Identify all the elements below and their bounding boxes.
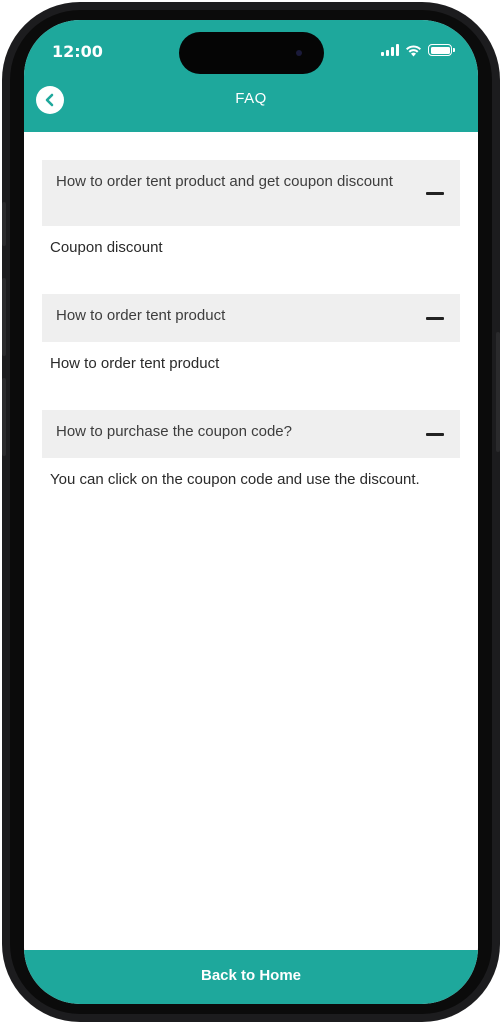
volume-up-button <box>2 278 6 356</box>
faq-list: How to order tent product and get coupon… <box>42 160 460 490</box>
faq-question[interactable]: How to order tent product <box>42 294 460 342</box>
collapse-minus-icon[interactable] <box>426 433 444 436</box>
faq-answer: You can click on the coupon code and use… <box>50 471 420 488</box>
back-to-home-label: Back to Home <box>200 966 302 984</box>
action-button <box>2 202 6 246</box>
faq-question[interactable]: How to order tent product and get coupon… <box>42 160 460 226</box>
faq-question[interactable]: How to purchase the coupon code? <box>42 410 460 458</box>
volume-down-button <box>2 378 6 456</box>
back-to-home-button[interactable]: Back to Home <box>24 950 478 1004</box>
wifi-icon <box>406 44 421 56</box>
battery-icon <box>428 44 455 56</box>
faq-answer: Coupon discount <box>50 239 163 256</box>
collapse-minus-icon[interactable] <box>426 192 444 195</box>
status-time: 12:00 <box>52 42 103 61</box>
power-button <box>496 332 500 452</box>
app-header: 12:00 FAQ <box>24 20 478 132</box>
status-icons <box>381 42 455 58</box>
page-title: FAQ <box>235 90 267 107</box>
faq-item: How to purchase the coupon code? You can… <box>42 410 460 490</box>
faq-item: How to order tent product How to order t… <box>42 294 460 410</box>
faq-answer: How to order tent product <box>50 355 220 372</box>
signal-icon <box>381 44 399 56</box>
faq-question-text: How to order tent product and get coupon… <box>56 173 393 190</box>
collapse-minus-icon[interactable] <box>426 317 444 320</box>
faq-item: How to order tent product and get coupon… <box>42 160 460 294</box>
faq-question-text: How to order tent product <box>56 307 226 324</box>
dynamic-island <box>179 32 324 74</box>
faq-question-text: How to purchase the coupon code? <box>56 423 292 440</box>
screen: 12:00 FAQ How to order tent product and … <box>24 20 478 1004</box>
